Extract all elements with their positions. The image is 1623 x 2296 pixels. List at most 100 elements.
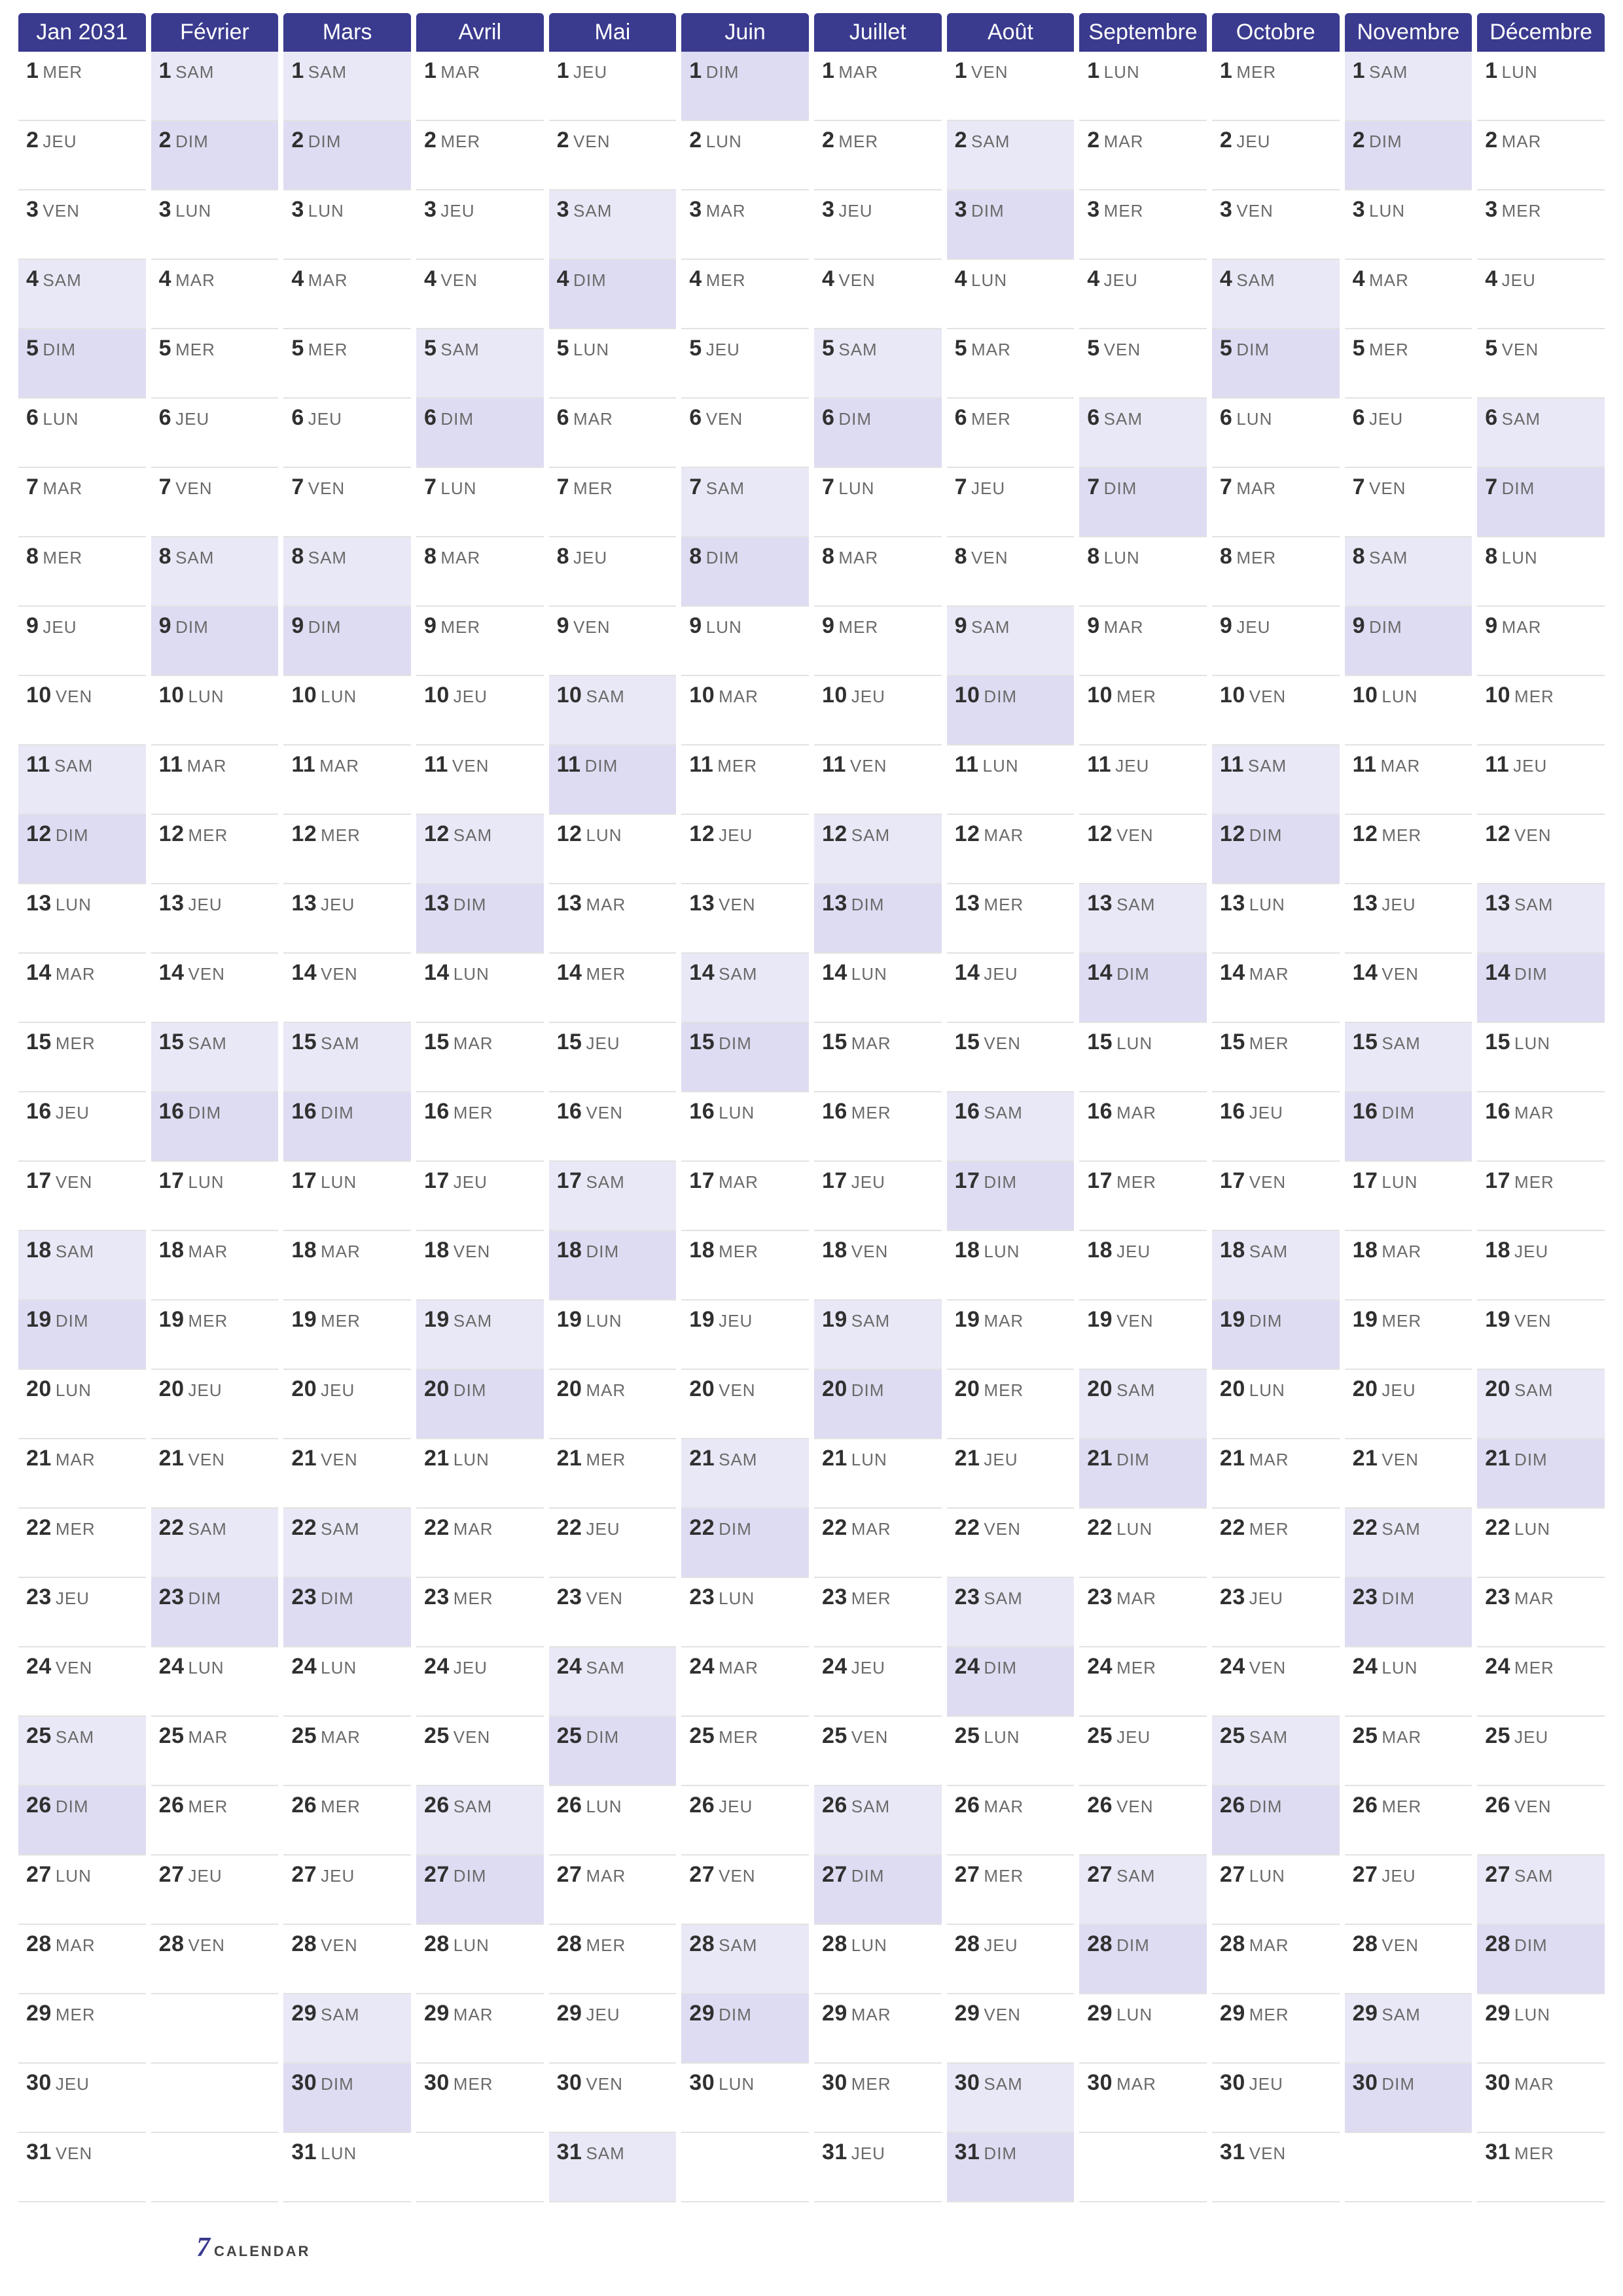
day-cell: 12DIM	[18, 815, 146, 884]
day-abbr: SAM	[706, 478, 745, 498]
day-abbr: LUN	[984, 1242, 1020, 1261]
day-cell: 7MER	[549, 468, 677, 537]
day-cell: 13DIM	[416, 884, 544, 954]
day-cell: 9SAM	[947, 607, 1075, 676]
day-abbr: VEN	[1249, 1172, 1286, 1192]
day-cell: 19VEN	[1079, 1300, 1207, 1370]
day-number: 6	[1087, 405, 1099, 430]
day-number: 14	[1353, 960, 1378, 985]
day-cell: 4MER	[681, 260, 809, 329]
day-abbr: MER	[1116, 1172, 1156, 1192]
day-number: 27	[689, 1862, 715, 1887]
day-number: 20	[26, 1376, 52, 1401]
day-cell: 28SAM	[681, 1925, 809, 1994]
day-cell: 25VEN	[416, 1717, 544, 1786]
day-number: 13	[26, 891, 52, 916]
day-number: 1	[822, 58, 834, 83]
day-abbr: SAM	[321, 2005, 359, 2024]
day-cell: 28DIM	[1477, 1925, 1605, 1994]
day-abbr: SAM	[1249, 1242, 1288, 1261]
day-abbr: SAM	[586, 687, 624, 706]
day-cell: 18MAR	[1345, 1231, 1472, 1300]
day-abbr: VEN	[851, 1727, 888, 1747]
day-number: 14	[1087, 960, 1113, 985]
day-abbr: VEN	[321, 964, 357, 984]
day-number: 15	[1353, 1030, 1378, 1054]
day-cell: 20SAM	[1079, 1370, 1207, 1439]
day-number: 19	[822, 1307, 847, 1332]
day-number: 18	[26, 1238, 52, 1263]
day-abbr: VEN	[188, 964, 224, 984]
day-abbr: SAM	[1502, 409, 1541, 429]
day-number: 12	[557, 821, 582, 846]
day-number: 22	[1220, 1515, 1245, 1540]
day-number: 3	[1220, 197, 1232, 222]
day-number: 21	[159, 1446, 185, 1471]
day-cell: 12MAR	[947, 815, 1075, 884]
day-cell: 23JEU	[1212, 1578, 1340, 1647]
day-abbr: JEU	[573, 62, 607, 82]
day-abbr: MER	[1116, 1658, 1156, 1677]
day-number: 6	[955, 405, 967, 430]
day-number: 14	[1220, 960, 1245, 985]
day-number: 13	[1485, 891, 1510, 916]
day-cell: 1LUN	[1477, 52, 1605, 121]
day-cell: 17SAM	[549, 1162, 677, 1231]
day-cell: 31LUN	[283, 2133, 411, 2202]
day-row: 10VEN10LUN10LUN10JEU10SAM10MAR10JEU10DIM…	[18, 676, 1605, 745]
day-cell: 20SAM	[1477, 1370, 1605, 1439]
day-cell: 10LUN	[1345, 676, 1472, 745]
day-number: 2	[1220, 128, 1232, 152]
day-number: 20	[955, 1376, 980, 1401]
day-number: 30	[1353, 2070, 1378, 2095]
day-number: 11	[557, 752, 581, 777]
day-abbr: VEN	[454, 1242, 490, 1261]
day-abbr: LUN	[984, 1727, 1020, 1747]
month-header: Jan 2031	[18, 13, 146, 52]
empty-cell	[681, 2133, 809, 2202]
day-abbr: SAM	[586, 1658, 624, 1677]
day-cell: 30JEU	[18, 2064, 146, 2133]
day-abbr: MAR	[586, 1380, 626, 1400]
day-cell: 15SAM	[1345, 1023, 1472, 1092]
day-number: 26	[424, 1793, 450, 1818]
day-row: 20LUN20JEU20JEU20DIM20MAR20VEN20DIM20MER…	[18, 1370, 1605, 1439]
day-number: 4	[1220, 266, 1232, 291]
day-abbr: MER	[586, 1450, 626, 1469]
day-cell: 1VEN	[947, 52, 1075, 121]
day-number: 29	[291, 2001, 317, 2026]
day-cell: 5MER	[151, 329, 279, 399]
day-row: 9JEU9DIM9DIM9MER9VEN9LUN9MER9SAM9MAR9JEU…	[18, 607, 1605, 676]
day-cell: 11LUN	[947, 745, 1075, 815]
day-number: 2	[1485, 128, 1497, 152]
day-cell: 29MER	[18, 1994, 146, 2064]
day-abbr: SAM	[1369, 548, 1408, 567]
day-number: 26	[159, 1793, 185, 1818]
day-cell: 1SAM	[283, 52, 411, 121]
day-abbr: DIM	[188, 1103, 221, 1122]
day-cell: 21MAR	[1212, 1439, 1340, 1509]
day-cell: 12LUN	[549, 815, 677, 884]
day-cell: 27LUN	[1212, 1856, 1340, 1925]
day-number: 13	[159, 891, 185, 916]
day-cell: 22SAM	[283, 1509, 411, 1578]
day-abbr: VEN	[719, 895, 755, 914]
day-cell: 13VEN	[681, 884, 809, 954]
day-cell: 10JEU	[416, 676, 544, 745]
day-abbr: LUN	[1236, 409, 1272, 429]
day-number: 25	[822, 1723, 847, 1748]
day-number: 16	[1220, 1099, 1245, 1124]
day-abbr: DIM	[1502, 478, 1535, 498]
day-cell: 22SAM	[151, 1509, 279, 1578]
day-abbr: JEU	[851, 1172, 885, 1192]
day-abbr: MER	[440, 617, 480, 637]
day-cell: 21JEU	[947, 1439, 1075, 1509]
day-number: 20	[291, 1376, 317, 1401]
day-number: 26	[689, 1793, 715, 1818]
day-number: 3	[424, 197, 437, 222]
day-cell: 16DIM	[151, 1092, 279, 1162]
day-abbr: JEU	[454, 1658, 488, 1677]
day-number: 19	[424, 1307, 450, 1332]
day-cell: 16DIM	[1345, 1092, 1472, 1162]
day-cell: 7JEU	[947, 468, 1075, 537]
